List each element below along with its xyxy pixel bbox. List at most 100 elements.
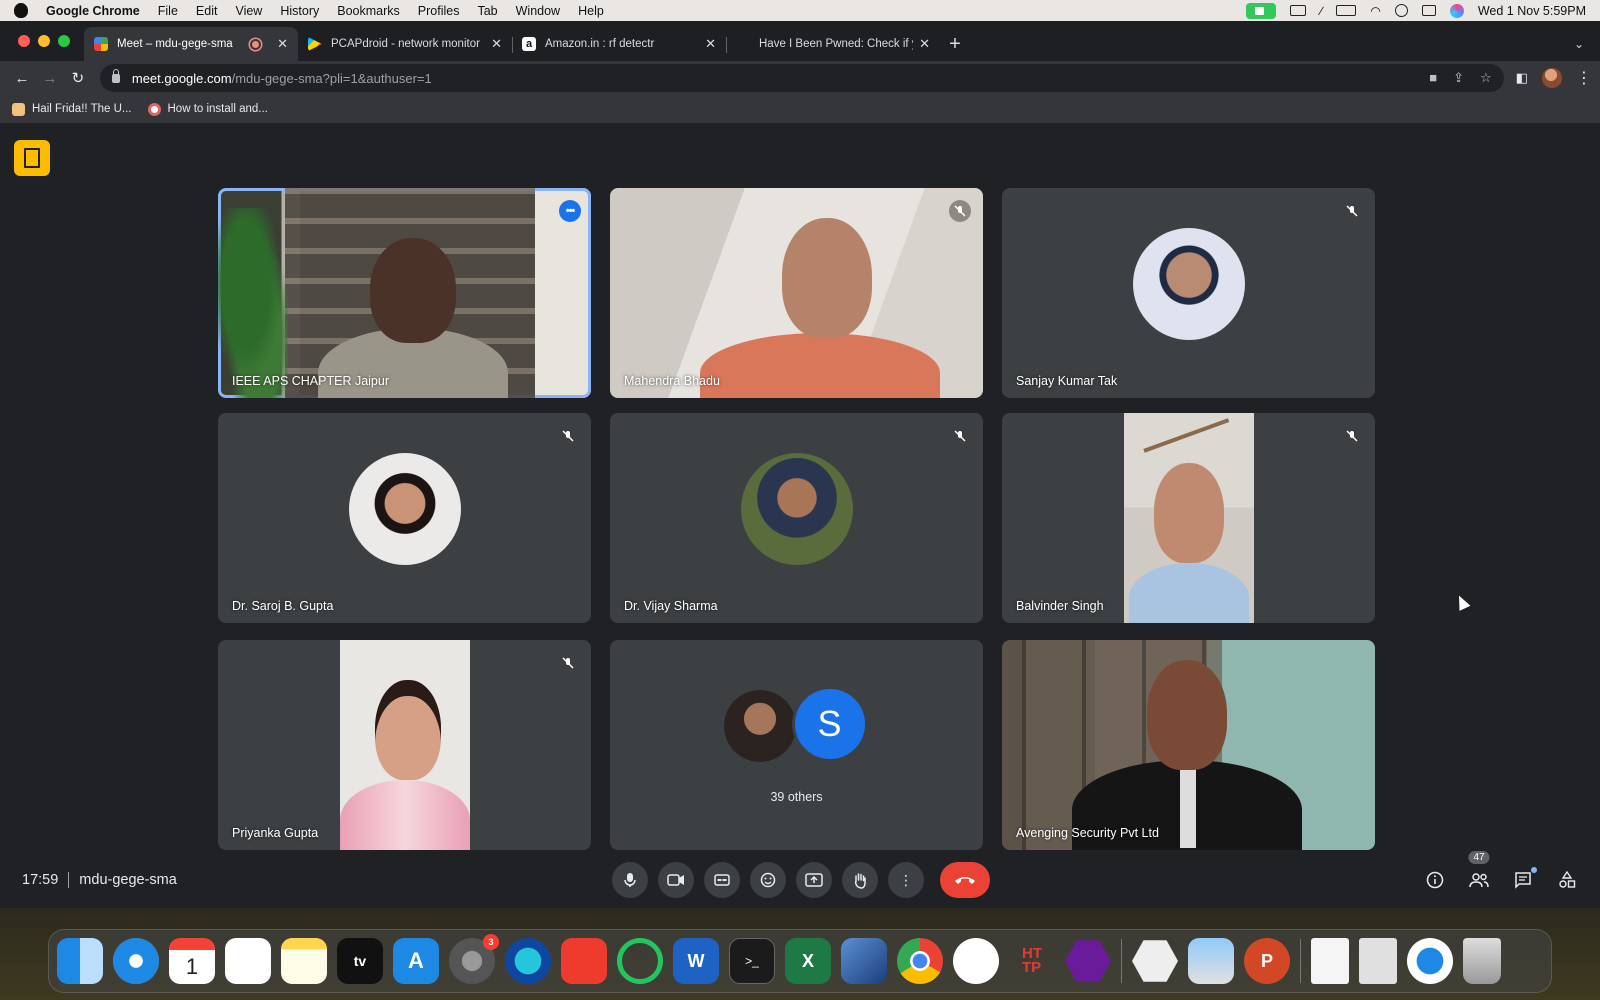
tab-pcapdroid[interactable]: PCAPdroid - network monitor ✕ <box>298 27 512 61</box>
reminders-icon[interactable] <box>225 938 271 984</box>
zoom-window-button[interactable] <box>58 35 70 47</box>
participant-tile-sanjay[interactable]: Sanjay Kumar Tak <box>1002 188 1375 398</box>
powerpoint-icon[interactable]: P <box>1244 938 1290 984</box>
profile-avatar[interactable] <box>1541 68 1562 88</box>
lock-icon[interactable] <box>111 68 120 83</box>
participant-tile-vijay[interactable]: Dr. Vijay Sharma <box>610 413 983 623</box>
calendar-icon[interactable]: 1 <box>169 938 215 984</box>
present-screen-button[interactable] <box>796 862 832 898</box>
http-toolkit-icon[interactable]: HT TP <box>1009 938 1055 984</box>
downloads-folder-icon[interactable] <box>1407 938 1453 984</box>
close-tab-icon[interactable]: ✕ <box>491 36 502 52</box>
microphone-button[interactable] <box>612 862 648 898</box>
trash-icon[interactable] <box>1463 938 1501 984</box>
side-panel-icon[interactable]: ◧ <box>1516 70 1528 86</box>
chrome-menu-icon[interactable]: ⋮ <box>1576 68 1592 88</box>
menu-file[interactable]: File <box>158 4 178 18</box>
captions-button[interactable] <box>704 862 740 898</box>
safari-icon[interactable] <box>113 938 159 984</box>
menu-history[interactable]: History <box>280 4 319 18</box>
menu-app-name[interactable]: Google Chrome <box>46 4 140 18</box>
new-tab-button[interactable]: + <box>940 27 970 61</box>
battery-icon[interactable] <box>1336 5 1357 16</box>
bookmark-how-to-install[interactable]: How to install and... <box>147 102 268 116</box>
keyboard-icon[interactable] <box>1290 5 1307 16</box>
excel-icon[interactable]: X <box>785 938 831 984</box>
people-button[interactable]: 47 <box>1468 851 1490 891</box>
png-file-icon[interactable] <box>1311 938 1349 984</box>
muted-mic-icon <box>949 200 971 222</box>
raise-hand-button[interactable] <box>842 862 878 898</box>
close-tab-icon[interactable]: ✕ <box>705 36 716 52</box>
terminal-icon[interactable]: >_ <box>729 938 775 984</box>
spotlight-search-icon[interactable] <box>1394 4 1408 17</box>
chrome-icon[interactable] <box>897 938 943 984</box>
infinity-app-icon[interactable] <box>1065 940 1111 982</box>
tab-search-chevron-icon[interactable]: ⌄ <box>1574 27 1584 61</box>
wifi-icon[interactable]: ◠ <box>1370 4 1380 18</box>
bluetooth-off-icon[interactable]: ∕ <box>1320 4 1322 18</box>
virtualbox-icon[interactable] <box>841 938 887 984</box>
more-options-button[interactable]: ⋮ <box>888 862 924 898</box>
tab-amazon[interactable]: a Amazon.in : rf detectr ✕ <box>512 27 726 61</box>
back-button[interactable]: ← <box>8 64 36 92</box>
menu-bookmarks[interactable]: Bookmarks <box>337 4 400 18</box>
close-window-button[interactable] <box>18 35 30 47</box>
share-icon[interactable]: ⇪ <box>1453 70 1464 86</box>
minimize-window-button[interactable] <box>38 35 50 47</box>
bookmark-star-icon[interactable]: ☆ <box>1480 70 1492 86</box>
menu-view[interactable]: View <box>235 4 262 18</box>
camera-button[interactable] <box>658 862 694 898</box>
address-bar[interactable]: meet.google.com/mdu-gege-sma?pli=1&authu… <box>99 64 1504 92</box>
browser-app-icon[interactable] <box>505 938 551 984</box>
menu-window[interactable]: Window <box>516 4 560 18</box>
siri-icon[interactable] <box>1449 3 1464 18</box>
preview-icon[interactable] <box>1188 938 1234 984</box>
tab-hibp[interactable]: Have I Been Pwned: Check if y ✕ <box>726 27 940 61</box>
system-settings-icon[interactable]: 3 <box>449 934 499 984</box>
close-tab-icon[interactable]: ✕ <box>277 36 288 52</box>
leave-call-button[interactable] <box>940 862 990 898</box>
activities-button[interactable] <box>1556 869 1578 891</box>
notes-icon[interactable] <box>281 938 327 984</box>
participant-body <box>340 780 470 850</box>
menu-edit[interactable]: Edit <box>196 4 218 18</box>
participant-tile-balvinder[interactable]: Balvinder Singh <box>1002 413 1375 623</box>
plant-background <box>218 208 288 398</box>
tab-meet[interactable]: Meet – mdu-gege-sma ✕ <box>84 27 298 61</box>
participant-tile-ieee[interactable]: ••• IEEE APS CHAPTER Jaipur <box>218 188 591 398</box>
camera-in-use-icon[interactable] <box>1246 2 1277 19</box>
menu-tab[interactable]: Tab <box>477 4 497 18</box>
meeting-details-button[interactable] <box>1424 869 1446 891</box>
close-tab-icon[interactable]: ✕ <box>919 36 930 52</box>
meet-activities-icon[interactable] <box>14 140 50 176</box>
xcode-app-icon[interactable] <box>953 938 999 984</box>
menu-clock[interactable]: Wed 1 Nov 5:59PM <box>1478 4 1586 18</box>
participant-tile-saroj[interactable]: Dr. Saroj B. Gupta <box>218 413 591 623</box>
participant-tile-avenging[interactable]: Avenging Security Pvt Ltd <box>1002 640 1375 850</box>
app-store-icon[interactable]: A <box>393 938 439 984</box>
more-options-icon[interactable]: ••• <box>559 200 581 222</box>
camera-in-use-icon[interactable]: ■ <box>1429 70 1437 86</box>
control-center-icon[interactable] <box>1421 5 1436 16</box>
participant-tile-mahendra[interactable]: Mahendra Bhadu <box>610 188 983 398</box>
reload-button[interactable]: ↻ <box>64 64 92 92</box>
chat-button[interactable] <box>1512 867 1537 891</box>
anydesk-icon[interactable] <box>561 938 607 984</box>
apple-tv-icon[interactable]: tv <box>337 938 383 984</box>
participant-tile-priyanka[interactable]: Priyanka Gupta <box>218 640 591 850</box>
menu-profiles[interactable]: Profiles <box>418 4 460 18</box>
others-avatar-group: S <box>723 686 870 762</box>
frida-favicon-icon <box>12 102 25 116</box>
document-file-icon[interactable] <box>1359 938 1397 984</box>
infinity-app-icon-2[interactable] <box>1132 940 1178 982</box>
forward-button[interactable]: → <box>36 64 64 92</box>
loading-app-icon[interactable] <box>617 938 663 984</box>
bookmark-hail-frida[interactable]: Hail Frida!! The U... <box>12 102 132 116</box>
reactions-button[interactable] <box>750 862 786 898</box>
apple-icon[interactable] <box>14 3 28 18</box>
menu-help[interactable]: Help <box>578 4 604 18</box>
word-icon[interactable]: W <box>673 938 719 984</box>
others-tile[interactable]: S 39 others <box>610 640 983 850</box>
finder-icon[interactable] <box>57 938 103 984</box>
